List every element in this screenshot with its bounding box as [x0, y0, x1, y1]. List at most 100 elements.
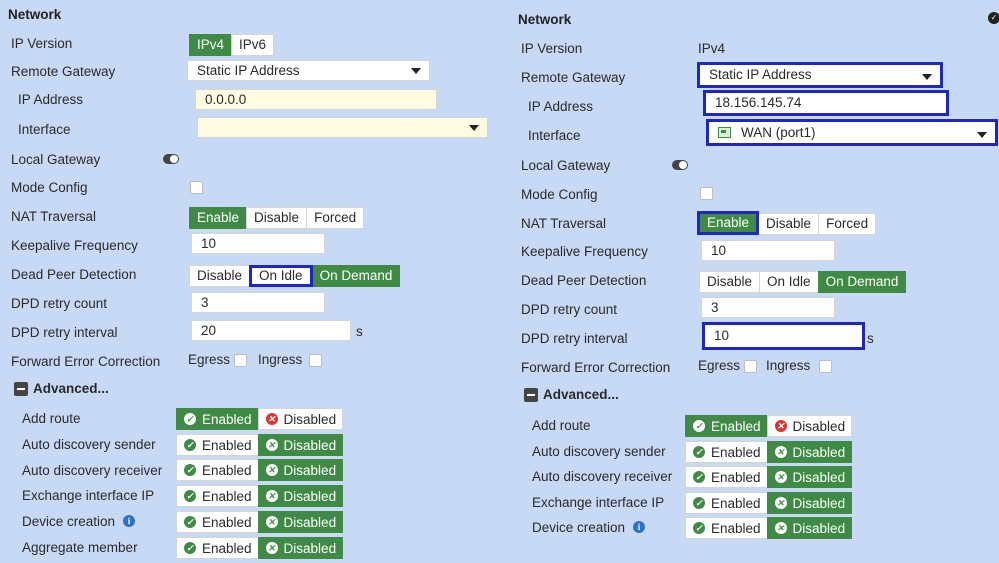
check-circle-icon[interactable]: ✓: [988, 12, 999, 24]
x-circle-icon: ✕: [265, 516, 278, 528]
dpd-retry-count-input[interactable]: 3: [191, 292, 325, 313]
ip-version-toggle: IPv4 IPv6: [189, 34, 275, 56]
fec-egress-checkbox[interactable]: [744, 360, 757, 373]
interface-label: Interface: [18, 122, 71, 137]
advanced-toggle[interactable]: Advanced...: [543, 387, 619, 402]
disabled-option[interactable]: ✕ Disabled: [257, 485, 344, 507]
x-circle-icon: ✕: [265, 439, 278, 451]
keepalive-input[interactable]: 10: [701, 240, 835, 261]
interface-select[interactable]: [197, 117, 488, 138]
x-circle-icon: ✕: [265, 542, 278, 554]
disabled-option[interactable]: ✕ Disabled: [766, 441, 853, 463]
nat-traversal-label: NAT Traversal: [11, 209, 97, 224]
ipv6-option[interactable]: IPv6: [231, 34, 275, 56]
nat-enable-option[interactable]: Enable: [189, 207, 248, 229]
nat-traversal-label: NAT Traversal: [521, 216, 607, 231]
check-circle-icon: ✓: [184, 542, 196, 554]
x-circle-icon: ✕: [265, 464, 278, 476]
dpd-retry-interval-input[interactable]: 20: [191, 320, 351, 341]
disabled-option[interactable]: ✕ Disabled: [257, 434, 344, 456]
ip-version-label: IP Version: [11, 36, 73, 51]
enabled-option[interactable]: ✓ Enabled: [685, 492, 768, 514]
info-icon[interactable]: i: [633, 521, 645, 533]
enabled-option[interactable]: ✓ Enabled: [176, 459, 259, 481]
mode-config-checkbox[interactable]: [700, 187, 713, 200]
x-circle-icon: ✕: [774, 522, 787, 534]
option-label: Disabled: [283, 514, 337, 530]
enabled-option[interactable]: ✓ Enabled: [176, 537, 259, 559]
check-circle-icon: ✓: [693, 420, 705, 432]
disabled-option[interactable]: ✕ Disabled: [766, 415, 853, 437]
option-label: Enabled: [711, 495, 761, 511]
fec-egress-checkbox[interactable]: [234, 354, 247, 367]
disabled-option[interactable]: ✕ Disabled: [257, 408, 344, 430]
nat-enable-option[interactable]: Enable: [697, 211, 760, 235]
option-label: Enabled: [202, 437, 252, 453]
disabled-option[interactable]: ✕ Disabled: [766, 517, 853, 539]
nat-disable-option[interactable]: Disable: [758, 213, 820, 235]
remote-gateway-select[interactable]: Static IP Address: [697, 62, 943, 88]
seconds-unit: s: [867, 331, 874, 346]
nat-forced-option[interactable]: Forced: [818, 213, 877, 235]
enabled-option[interactable]: ✓ Enabled: [176, 408, 259, 430]
disabled-option[interactable]: ✕ Disabled: [766, 466, 853, 488]
device-creation-label: Device creation: [22, 514, 116, 529]
keepalive-input[interactable]: 10: [191, 233, 325, 254]
dpd-retry-interval-label: DPD retry interval: [521, 331, 628, 346]
remote-gateway-select[interactable]: Static IP Address: [187, 60, 430, 81]
x-circle-icon: ✕: [265, 413, 278, 425]
ip-version-label: IP Version: [521, 41, 583, 56]
x-circle-icon: ✕: [774, 420, 787, 432]
disabled-option[interactable]: ✕ Disabled: [257, 511, 344, 533]
ip-version-value: IPv4: [698, 41, 726, 56]
check-circle-icon: ✓: [184, 413, 196, 425]
dpd-retry-count-label: DPD retry count: [521, 302, 618, 317]
info-icon[interactable]: i: [123, 515, 135, 527]
enabled-option[interactable]: ✓ Enabled: [685, 415, 768, 437]
keepalive-label: Keepalive Frequency: [521, 244, 648, 259]
device-creation-toggle: ✓ Enabled ✕ Disabled: [176, 511, 344, 533]
nat-forced-option[interactable]: Forced: [306, 207, 365, 229]
disabled-option[interactable]: ✕ Disabled: [257, 537, 344, 559]
nat-disable-option[interactable]: Disable: [246, 207, 308, 229]
enabled-option[interactable]: ✓ Enabled: [685, 466, 768, 488]
dpd-disable-option[interactable]: Disable: [189, 265, 251, 287]
enabled-option[interactable]: ✓ Enabled: [685, 441, 768, 463]
chevron-down-icon: [411, 68, 421, 74]
ip-address-input[interactable]: 18.156.145.74: [703, 90, 949, 116]
section-title: Network: [518, 12, 572, 27]
local-gateway-toggle[interactable]: [672, 160, 688, 170]
disabled-option[interactable]: ✕ Disabled: [766, 492, 853, 514]
option-label: Disabled: [283, 462, 337, 478]
enabled-option[interactable]: ✓ Enabled: [176, 434, 259, 456]
dpd-disable-option[interactable]: Disable: [699, 271, 761, 293]
dpd-on-demand-option[interactable]: On Demand: [817, 271, 907, 293]
dpd-on-idle-option[interactable]: On Idle: [759, 271, 819, 293]
dpd-retry-count-input[interactable]: 3: [701, 297, 835, 318]
minus-square-icon[interactable]: [524, 388, 538, 402]
disabled-option[interactable]: ✕ Disabled: [257, 459, 344, 481]
advanced-toggle[interactable]: Advanced...: [33, 381, 109, 396]
device-creation-label: Device creation: [532, 520, 626, 535]
interface-label: Interface: [528, 128, 581, 143]
ipv4-option[interactable]: IPv4: [189, 34, 233, 56]
enabled-option[interactable]: ✓ Enabled: [685, 517, 768, 539]
dpd-on-demand-option[interactable]: On Demand: [311, 265, 401, 287]
local-gateway-toggle[interactable]: [163, 154, 179, 164]
dpd-retry-interval-input[interactable]: 10: [702, 322, 865, 350]
option-label: Disabled: [283, 488, 337, 504]
fec-ingress-label: Ingress: [258, 352, 303, 367]
add-route-label: Add route: [22, 411, 81, 426]
interface-select[interactable]: WAN (port1): [706, 119, 998, 146]
minus-square-icon[interactable]: [14, 382, 28, 396]
port-icon: [718, 127, 731, 138]
chevron-down-icon: [469, 125, 479, 131]
enabled-option[interactable]: ✓ Enabled: [176, 485, 259, 507]
x-circle-icon: ✕: [774, 497, 787, 509]
enabled-option[interactable]: ✓ Enabled: [176, 511, 259, 533]
fec-ingress-checkbox[interactable]: [819, 360, 832, 373]
dpd-on-idle-option[interactable]: On Idle: [249, 265, 313, 287]
ip-address-input[interactable]: 0.0.0.0: [195, 89, 437, 110]
fec-ingress-checkbox[interactable]: [309, 354, 322, 367]
mode-config-checkbox[interactable]: [190, 181, 203, 194]
